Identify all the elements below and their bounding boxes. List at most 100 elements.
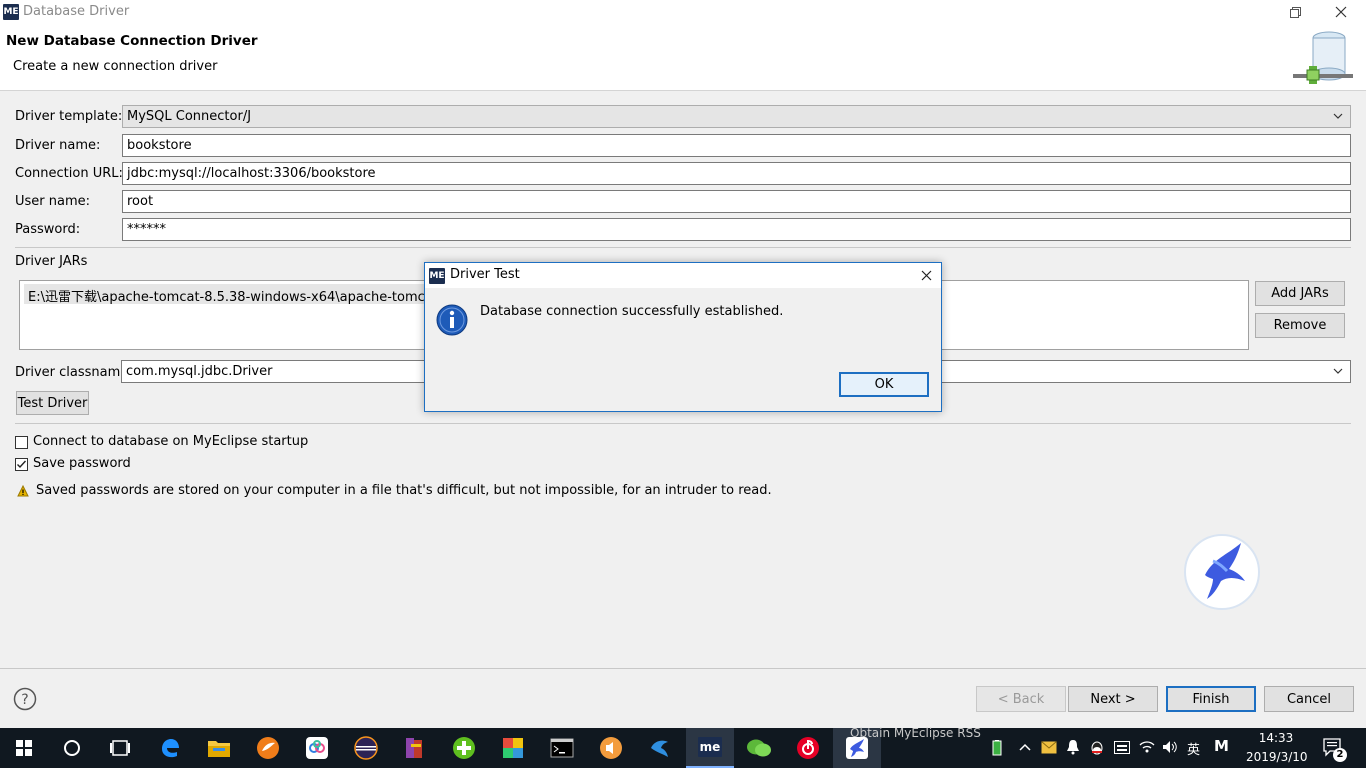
password-input[interactable]: ****** — [122, 218, 1351, 241]
connection-url-input[interactable]: jdbc:mysql://localhost:3306/bookstore — [122, 162, 1351, 185]
driver-name-label: Driver name: — [15, 138, 101, 153]
driver-name-input[interactable]: bookstore — [122, 134, 1351, 157]
list-item[interactable]: E:\迅雷下载\apache-tomcat-8.5.38-windows-x64… — [24, 284, 429, 304]
dialog-body: Database connection successfully establi… — [425, 288, 941, 411]
info-icon — [436, 304, 468, 336]
edge-icon — [162, 739, 179, 758]
chevron-up-icon[interactable] — [1018, 742, 1032, 752]
driver-template-select[interactable]: MySQL Connector/J — [122, 105, 1351, 128]
notification-text[interactable]: Obtain MyEclipse RSS — [850, 726, 990, 740]
help-icon[interactable]: ? — [13, 687, 37, 711]
audio-app-icon — [600, 737, 622, 759]
app-dolphin[interactable] — [636, 728, 684, 768]
footer-divider — [0, 668, 1366, 669]
restore-button[interactable] — [1272, 0, 1318, 24]
wechat-app[interactable] — [735, 728, 783, 768]
back-button[interactable]: < Back — [976, 686, 1066, 712]
warning-icon — [17, 485, 29, 497]
app-plus[interactable] — [440, 728, 488, 768]
app-puzzle[interactable] — [489, 728, 537, 768]
test-driver-button[interactable]: Test Driver — [16, 391, 89, 415]
svg-text:?: ? — [21, 692, 28, 708]
plus-app-icon — [453, 737, 475, 759]
checkmark-icon — [17, 460, 27, 469]
netease-music-app[interactable] — [784, 728, 832, 768]
save-password-checkbox[interactable] — [15, 458, 28, 471]
next-button[interactable]: Next > — [1068, 686, 1158, 712]
app-audio[interactable] — [587, 728, 635, 768]
driver-template-label: Driver template: — [15, 109, 123, 124]
window-title: Database Driver — [23, 4, 130, 19]
myeclipse-logo-icon: ME — [429, 268, 445, 284]
warning-text: Saved passwords are stored on your compu… — [36, 483, 772, 498]
page-title: New Database Connection Driver — [6, 33, 258, 49]
ime-indicator[interactable]: 英 — [1187, 739, 1200, 758]
winrar-app[interactable] — [391, 728, 439, 768]
close-icon — [921, 270, 931, 281]
orange-app-icon — [257, 737, 279, 759]
eclipse-app[interactable] — [342, 728, 390, 768]
clock-time[interactable]: 14:33 — [1246, 731, 1306, 745]
connection-url-label: Connection URL: — [15, 166, 123, 181]
dialog-title: Driver Test — [450, 267, 520, 282]
search-button[interactable] — [48, 728, 96, 768]
task-view-button[interactable] — [96, 728, 144, 768]
user-name-input[interactable]: root — [122, 190, 1351, 213]
wifi-icon[interactable] — [1139, 740, 1155, 754]
dialog-titlebar: ME Driver Test — [425, 263, 941, 288]
driver-test-dialog: ME Driver Test Database connection succe… — [424, 262, 942, 412]
bird-widget-icon[interactable] — [1183, 533, 1261, 611]
page-subtitle: Create a new connection driver — [13, 59, 218, 74]
driver-classname-label: Driver classname: — [15, 365, 133, 380]
driver-jars-label: Driver JARs — [15, 254, 88, 269]
edge-app[interactable] — [146, 728, 194, 768]
close-icon — [1335, 6, 1347, 18]
password-label: Password: — [15, 222, 81, 237]
clock-date[interactable]: 2019/3/10 — [1246, 750, 1308, 764]
remove-button[interactable]: Remove — [1255, 313, 1345, 338]
user-name-label: User name: — [15, 194, 91, 209]
cloud-app-icon — [306, 737, 328, 759]
connect-on-startup-checkbox[interactable] — [15, 436, 28, 449]
qq-icon[interactable] — [1089, 739, 1105, 755]
folder-icon — [208, 741, 230, 757]
volume-icon[interactable] — [1162, 740, 1178, 754]
app-orange[interactable] — [244, 728, 292, 768]
mail-icon[interactable] — [1041, 741, 1057, 754]
myeclipse-app[interactable]: me — [686, 728, 734, 768]
chevron-down-icon — [1333, 113, 1343, 119]
windows-icon — [16, 740, 32, 756]
app-cloud[interactable] — [293, 728, 341, 768]
task-view-icon — [110, 740, 130, 756]
ok-button[interactable]: OK — [839, 372, 929, 397]
myeclipse-taskbar-icon: me — [698, 737, 722, 757]
window-titlebar: ME Database Driver — [0, 0, 1366, 24]
cortana-icon — [64, 740, 80, 756]
restore-icon — [1289, 6, 1301, 18]
divider — [15, 423, 1351, 424]
terminal-icon — [550, 738, 574, 758]
bell-icon[interactable] — [1066, 739, 1080, 755]
cancel-button[interactable]: Cancel — [1264, 686, 1354, 712]
file-explorer-app[interactable] — [195, 728, 243, 768]
dialog-message: Database connection successfully establi… — [480, 304, 784, 319]
close-button[interactable] — [1318, 0, 1364, 24]
eclipse-icon — [354, 736, 378, 760]
finish-button[interactable]: Finish — [1166, 686, 1256, 712]
dolphin-app-icon — [651, 740, 668, 757]
keyboard-icon[interactable] — [1114, 741, 1130, 754]
start-button[interactable] — [0, 728, 48, 768]
myeclipse-logo-icon: ME — [3, 4, 19, 20]
connect-on-startup-label: Connect to database on MyEclipse startup — [33, 434, 309, 449]
add-jars-button[interactable]: Add JARs — [1255, 281, 1345, 306]
database-icon — [1293, 31, 1353, 84]
ime-mode-indicator[interactable]: M — [1214, 737, 1229, 755]
terminal-app[interactable] — [538, 728, 586, 768]
dialog-close-button[interactable] — [911, 263, 941, 288]
battery-icon[interactable] — [990, 740, 1004, 756]
winrar-icon — [406, 738, 422, 758]
notification-count-badge: 2 — [1333, 748, 1347, 762]
netease-music-icon — [797, 737, 819, 759]
driver-template-value: MySQL Connector/J — [127, 109, 252, 124]
driver-classname-value: com.mysql.jdbc.Driver — [126, 364, 273, 379]
